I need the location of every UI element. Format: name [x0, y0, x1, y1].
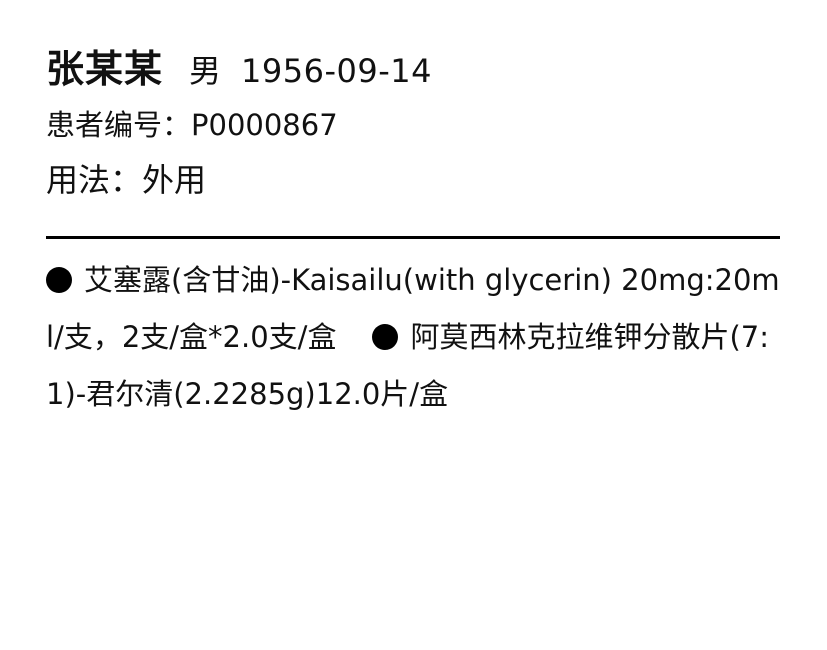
divider: [46, 236, 780, 239]
patient-name: 张某某: [46, 47, 164, 91]
patient-header: 张某某 男 1956-09-14 患者编号：P0000867 用法：外用: [46, 38, 780, 208]
bullet-icon: [46, 267, 72, 293]
patient-gender: 男: [189, 52, 222, 90]
patient-id-value: P0000867: [191, 108, 338, 142]
patient-id-line: 患者编号：P0000867: [46, 98, 780, 152]
bullet-icon: [372, 324, 399, 350]
patient-birth-date: 1956-09-14: [241, 52, 432, 90]
usage-value: 外用: [142, 161, 207, 199]
usage-line: 用法：外用: [46, 152, 780, 208]
prescription-label: 张某某 男 1956-09-14 患者编号：P0000867 用法：外用 艾塞露…: [0, 0, 827, 650]
usage-label: 用法：: [46, 161, 143, 199]
patient-id-label: 患者编号：: [46, 108, 192, 142]
medication-list: 艾塞露(含甘油)-Kaisailu(with glycerin) 20mg:20…: [46, 252, 780, 423]
patient-info-line: 张某某 男 1956-09-14: [46, 38, 780, 98]
